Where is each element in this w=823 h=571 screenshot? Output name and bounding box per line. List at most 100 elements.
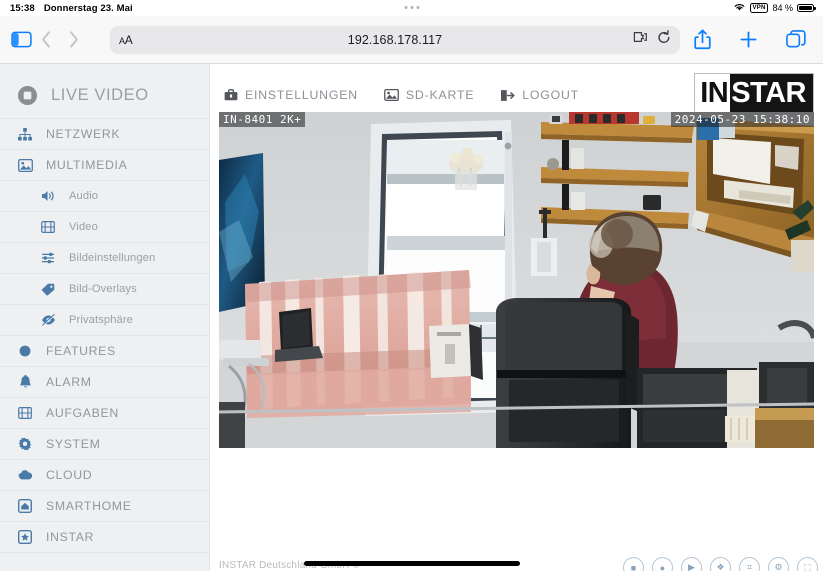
sidebar-item-label: Bild-Overlays: [69, 283, 137, 295]
topnav-logout[interactable]: LOGOUT: [500, 88, 579, 102]
control-button-1[interactable]: ■: [623, 557, 644, 571]
sidebar-item-label: Audio: [69, 190, 99, 202]
sidebar-item-multimedia[interactable]: MULTIMEDIA: [0, 149, 209, 180]
sidebar-item-label: ALARM: [46, 375, 92, 389]
sidebar-item-label: Bildeinstellungen: [69, 252, 156, 264]
sdcard-image-icon: [384, 89, 399, 101]
film-icon: [17, 407, 33, 419]
safari-toolbar: AA 192.168.178.117: [0, 16, 823, 64]
control-button-5[interactable]: ⌗: [739, 557, 760, 571]
sidebar-item-aufgaben[interactable]: AUFGABEN: [0, 397, 209, 428]
gear-icon: [17, 437, 33, 451]
camera-scene: [219, 112, 814, 448]
sidebar-item-label: AUFGABEN: [46, 406, 119, 420]
video-osd-model: IN-8401 2K+: [219, 112, 306, 127]
address-bar[interactable]: AA 192.168.178.117: [110, 25, 680, 54]
topnav-label: SD-KARTE: [405, 88, 475, 102]
sidebar-item-video[interactable]: Video: [0, 211, 209, 242]
sidebar-item-instar[interactable]: INSTAR: [0, 521, 209, 552]
battery-percent: 84 %: [772, 3, 793, 13]
video-control-buttons: ■ ● ▶ ❖ ⌗ ⚙ ⬚: [623, 557, 818, 571]
home-box-icon: [17, 499, 33, 513]
star-box-icon: [17, 530, 33, 544]
record-circle-icon: [17, 85, 38, 106]
home-indicator[interactable]: [303, 561, 520, 566]
control-button-3[interactable]: ▶: [681, 557, 702, 571]
sidebar-item-label: CLOUD: [46, 468, 93, 482]
eye-slash-icon: [40, 314, 56, 326]
ios-status-bar: 15:38 Donnerstag 23. Mai VPN 84 %: [0, 0, 823, 16]
web-page: LIVE VIDEO NETZWERK MULTIMEDIA Audio Vid…: [0, 64, 823, 571]
sitemap-icon: [17, 127, 33, 141]
speaker-icon: [40, 190, 56, 202]
sidebar-item-label: SMARTHOME: [46, 499, 132, 513]
film-icon: [40, 221, 56, 233]
sidebar-item-label: FEATURES: [46, 344, 116, 358]
logout-icon: [500, 89, 515, 102]
control-button-2[interactable]: ●: [652, 557, 673, 571]
box: [429, 324, 483, 380]
office-chair: [496, 298, 639, 448]
multitasking-dots-icon[interactable]: [404, 6, 419, 9]
reload-icon[interactable]: [657, 29, 671, 50]
sidebar-brand[interactable]: LIVE VIDEO: [0, 72, 209, 118]
sidebar-item-netzwerk[interactable]: NETZWERK: [0, 118, 209, 149]
safari-right-actions: [694, 29, 812, 50]
sidebar-item-system[interactable]: SYSTEM: [0, 428, 209, 459]
control-button-4[interactable]: ❖: [710, 557, 731, 571]
instar-logo-part1: IN: [695, 74, 731, 113]
camera-sidebar: LIVE VIDEO NETZWERK MULTIMEDIA Audio Vid…: [0, 64, 210, 571]
topnav-einstellungen[interactable]: EINSTELLUNGEN: [224, 88, 358, 102]
sidebar-item-label: NETZWERK: [46, 127, 121, 141]
sliders-icon: [40, 252, 56, 264]
sidebar-brand-label: LIVE VIDEO: [51, 85, 149, 104]
puzzle-extension-icon[interactable]: [633, 30, 648, 49]
live-video-player[interactable]: IN-8401 2K+ 2024-05-23 15:38:10: [219, 112, 814, 448]
battery-icon: [797, 3, 816, 13]
bell-icon: [17, 375, 33, 389]
wifi-icon: [733, 2, 746, 15]
tabs-overview-icon[interactable]: [786, 29, 806, 50]
sidebar-item-label: INSTAR: [46, 530, 95, 544]
vpn-badge: VPN: [749, 3, 769, 13]
back-button[interactable]: [32, 31, 60, 48]
control-button-7[interactable]: ⬚: [797, 557, 818, 571]
topnav-label: EINSTELLUNGEN: [245, 88, 358, 102]
sidebar-item-label: Video: [69, 221, 98, 233]
forward-button[interactable]: [60, 31, 88, 48]
sidebar-bottom-divider: [0, 552, 209, 562]
sidebar-item-label: Privatsphäre: [69, 314, 134, 326]
sidebar-item-privatsphaere[interactable]: Privatsphäre: [0, 304, 209, 335]
status-bar-left: 15:38 Donnerstag 23. Mai: [10, 3, 133, 14]
sidebar-item-audio[interactable]: Audio: [0, 180, 209, 211]
url-text: 192.168.178.117: [347, 32, 443, 47]
cloud-icon: [17, 469, 33, 481]
address-bar-actions: [633, 29, 671, 50]
control-button-6[interactable]: ⚙: [768, 557, 789, 571]
sidebar-toggle-icon[interactable]: [11, 31, 32, 48]
tag-icon: [40, 283, 56, 296]
sidebar-item-label: SYSTEM: [46, 437, 101, 451]
status-bar-right: VPN 84 %: [733, 0, 816, 16]
toolbox-icon: [224, 89, 238, 101]
topnav-label: LOGOUT: [522, 88, 579, 102]
status-time: 15:38: [10, 2, 35, 14]
sidebar-item-features[interactable]: FEATURES: [0, 335, 209, 366]
text-size-button[interactable]: AA: [119, 33, 133, 47]
sidebar-item-alarm[interactable]: ALARM: [0, 366, 209, 397]
main-content: EINSTELLUNGEN SD-KARTE LOGOUT IN STAR IN…: [210, 64, 823, 571]
sidebar-item-cloud[interactable]: CLOUD: [0, 459, 209, 490]
instar-logo: IN STAR: [694, 73, 814, 114]
sidebar-item-bild-overlays[interactable]: Bild-Overlays: [0, 273, 209, 304]
video-osd-timestamp: 2024-05-23 15:38:10: [670, 112, 814, 127]
share-icon[interactable]: [694, 29, 711, 50]
ipad-safari-screen: 15:38 Donnerstag 23. Mai VPN 84 % AA 192…: [0, 0, 823, 571]
new-tab-plus-icon[interactable]: [739, 30, 758, 49]
sidebar-item-bildeinstellungen[interactable]: Bildeinstellungen: [0, 242, 209, 273]
topnav-sd-karte[interactable]: SD-KARTE: [384, 88, 474, 102]
circle-icon: [17, 344, 33, 358]
sidebar-item-smarthome[interactable]: SMARTHOME: [0, 490, 209, 521]
status-date: Donnerstag 23. Mai: [43, 2, 133, 14]
sidebar-item-label: MULTIMEDIA: [46, 158, 128, 172]
instar-logo-part2: STAR: [730, 74, 813, 113]
